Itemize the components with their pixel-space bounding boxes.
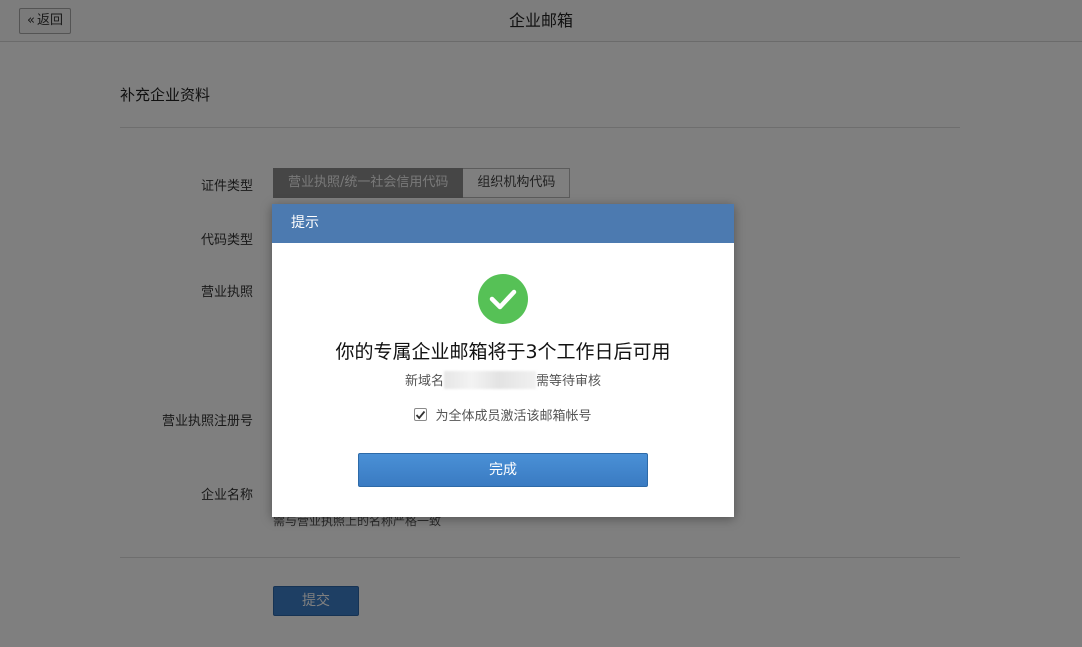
done-button[interactable]: 完成 [358, 453, 648, 487]
domain-prefix: 新域名 [404, 374, 444, 389]
check-circle-icon [478, 274, 528, 324]
activate-all-option[interactable]: 为全体成员激活该邮箱帐号 [272, 405, 734, 424]
dialog-header: 提示 [272, 204, 734, 243]
domain-suffix: 需等待审核 [536, 374, 602, 389]
redacted-domain [444, 371, 536, 389]
dialog-subtitle: 新域名 需等待审核 [272, 370, 734, 389]
success-dialog: 提示 你的专属企业邮箱将于3个工作日后可用 新域名 需等待审核 为全体成员激活该邮… [272, 204, 734, 517]
activate-all-label: 为全体成员激活该邮箱帐号 [435, 409, 592, 424]
activate-all-checkbox[interactable] [414, 408, 428, 421]
dialog-title: 你的专属企业邮箱将于3个工作日后可用 [335, 341, 671, 363]
